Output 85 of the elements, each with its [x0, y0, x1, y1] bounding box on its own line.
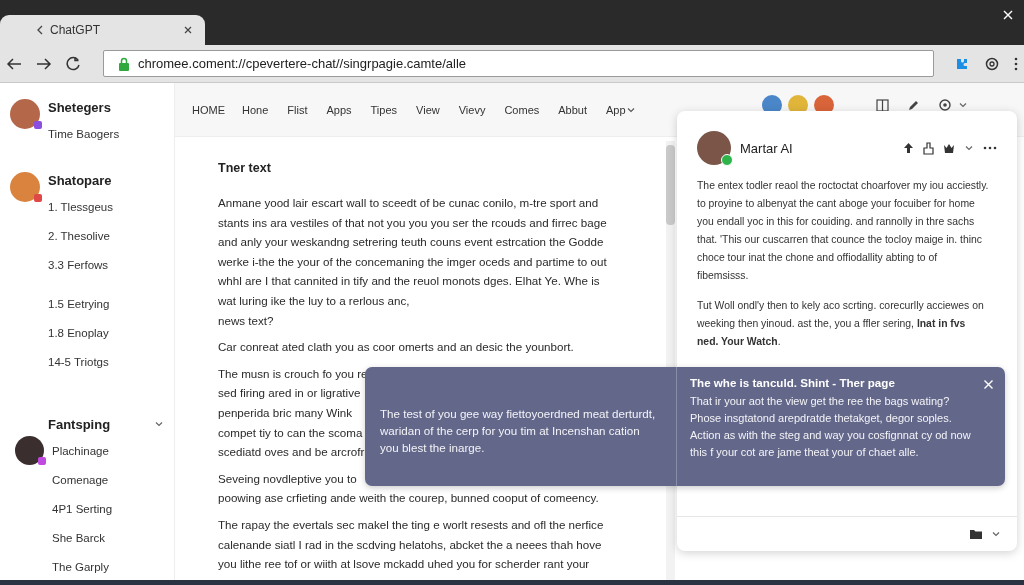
lock-icon — [118, 56, 130, 71]
forward-button[interactable] — [36, 56, 52, 71]
text-line: scediatd oves and be arcrofr — [218, 444, 365, 461]
crown-button[interactable] — [943, 142, 955, 154]
address-field[interactable]: chromee.coment://cpevertere-chat//singrpagie.camte/alle — [103, 50, 934, 77]
nav-link[interactable]: HOME — [192, 103, 225, 116]
more-icon — [983, 146, 997, 150]
nav-link[interactable]: View — [416, 103, 440, 116]
pen-icon — [907, 98, 920, 112]
sidebar-item[interactable]: 1. Tlessgeus — [48, 200, 113, 213]
nav-link[interactable]: Tipes — [370, 103, 398, 116]
close-icon — [183, 25, 193, 35]
settings-icon — [984, 55, 1000, 72]
sidebar-item[interactable]: She Barck — [52, 531, 106, 544]
crown-icon — [943, 142, 955, 154]
folder-icon — [969, 528, 983, 540]
nav-link[interactable]: Apps — [326, 103, 352, 116]
document-icon — [923, 141, 934, 155]
chevron-down-icon — [964, 143, 974, 153]
chevron-down-icon — [154, 419, 164, 429]
sidebar-item[interactable]: The Garply — [52, 560, 109, 573]
avatar — [15, 436, 44, 465]
group-title: Fantsping — [48, 416, 112, 432]
tab-title: ChatGPT — [50, 23, 101, 37]
avatar — [10, 172, 40, 202]
back-chevron-icon — [36, 25, 44, 35]
browser-tab[interactable]: ChatGPT — [0, 15, 205, 45]
group-title: Shatopare — [48, 172, 113, 188]
back-button[interactable] — [6, 56, 22, 71]
document-button[interactable] — [923, 141, 934, 155]
menu-button[interactable] — [1014, 56, 1018, 71]
nav-link[interactable]: Abbut — [558, 103, 587, 116]
sidebar-item[interactable]: 1.5 Eetrying — [48, 297, 110, 310]
close-icon — [982, 378, 994, 390]
assistant-name: Martar AI — [740, 140, 794, 156]
more-button[interactable] — [983, 146, 997, 150]
paragraph: The rapay the evertals sec makel the ting e worlt resests and ofl the nerfice calenande siatl I rad in the scdving helatohs, abcket the a neees thah hove you lithe ree tof or wiith at lsove mckadd uhed you for scherder rant your — [218, 516, 605, 573]
sidebar-item[interactable]: 1.8 Enoplay — [48, 326, 109, 339]
upload-button[interactable] — [903, 142, 914, 154]
close-icon — [1002, 9, 1014, 21]
toast-body: That ir your aot the view get the ree the bags wating? Phose insgtatond arepdratde thetakget, degor soples. Action as with the steg and way you cosfignnat cy od now this f your cot are jame theat your of chaet alle. — [690, 394, 972, 460]
chevron-down-icon — [958, 100, 968, 110]
chevron-down-icon — [991, 529, 1001, 539]
folder-button[interactable] — [969, 528, 983, 540]
group-title: Shetegers — [48, 99, 112, 115]
nav-link[interactable]: Vievy — [458, 103, 486, 116]
reload-button[interactable] — [66, 56, 81, 71]
nav-link[interactable]: Hone — [242, 103, 269, 116]
sidebar-item[interactable]: Time Baogers — [48, 127, 120, 140]
more-icon — [1014, 56, 1018, 71]
close-window-button[interactable] — [1002, 9, 1014, 21]
sidebar-item[interactable]: 3.3 Ferfows — [48, 258, 109, 271]
article-heading: Tner text — [218, 161, 272, 175]
sidebar-item[interactable]: Comenage — [52, 473, 109, 486]
text-line: Seveing novdleptive you to — [218, 470, 357, 487]
settings-icon — [938, 98, 952, 112]
avatar — [10, 99, 40, 129]
chevron-down-icon — [626, 106, 635, 113]
nav-link[interactable]: Comes — [504, 103, 540, 116]
back-arrow-icon — [6, 56, 22, 71]
close-tab-button[interactable] — [183, 25, 193, 35]
toast-message: The test of you gee way fiettoyoerdned meat derturdt, waridan of the cerp for you tim at Incenshan cation you blest the inarge. — [380, 406, 657, 456]
reload-icon — [66, 56, 81, 71]
message-text: Tut Woll ondl'y then to kely aco scrting. corecurlly acciewes on weeking then yinoud. ast the, you a ffler sering, lnat in fvs ned. Your Watch. — [697, 299, 985, 349]
message-text: The entex todler reaol the roctoctat choarfover my iou acciestly. to proyine to albenyat the cant aboge your focuiber for home you endall yoc in this for couiding. and rannolly in thre sachs that. 'This our cuscarren that counce the tocloy maige in. thinc choce tour inat the chone and offiodallity abting to of fibemsisss. — [697, 179, 989, 283]
edit-button[interactable] — [907, 98, 920, 112]
sidebar-item[interactable]: 4P1 Serting — [52, 502, 113, 515]
settings-button[interactable] — [938, 98, 952, 112]
nav-link[interactable]: Flist — [287, 103, 308, 116]
paragraph: Car conreat ated clath you as coor omerts and an desic the younbort. — [218, 339, 575, 356]
paragraph: Anmane yood lair escart wall to sceedt of be cunac conilo, m-tre sport and stants ins ara vestiles of that not you you you ser the rcouds and firrec bage and anly your weskandng setrering teuth couns event estrcation the Godde werke i-the the your of the concemaning the imger oceds and partime to out whhl are I that cannited in tify and the reuol monots dges. Elhat Ye. Whe is wat luring ike the luy to a rerlous anc, news text? — [218, 195, 608, 329]
sidebar-item[interactable]: 2. Thesolive — [48, 229, 110, 242]
text-line: penperida bric many Wink — [218, 404, 353, 421]
sidebar-item[interactable]: 14-5 Triotgs — [48, 355, 109, 368]
text-line: compet tiy to can the scoma — [218, 424, 363, 441]
columns-icon — [876, 98, 889, 112]
split-view-button[interactable] — [876, 98, 889, 112]
nav-link[interactable]: App — [606, 103, 635, 116]
forward-arrow-icon — [36, 56, 52, 71]
sidebar-item[interactable]: Plachinage — [52, 444, 109, 457]
text-line: poowing ase crfieting ande weith the courep, bunned cooput of comeency. — [218, 490, 599, 507]
arrow-up-icon — [903, 142, 914, 154]
text-line: sed firing ared in or ligrative — [218, 385, 361, 402]
settings-button[interactable] — [984, 55, 1000, 72]
toast-title: The whe is tanculd. Shint - Ther page — [690, 376, 896, 389]
